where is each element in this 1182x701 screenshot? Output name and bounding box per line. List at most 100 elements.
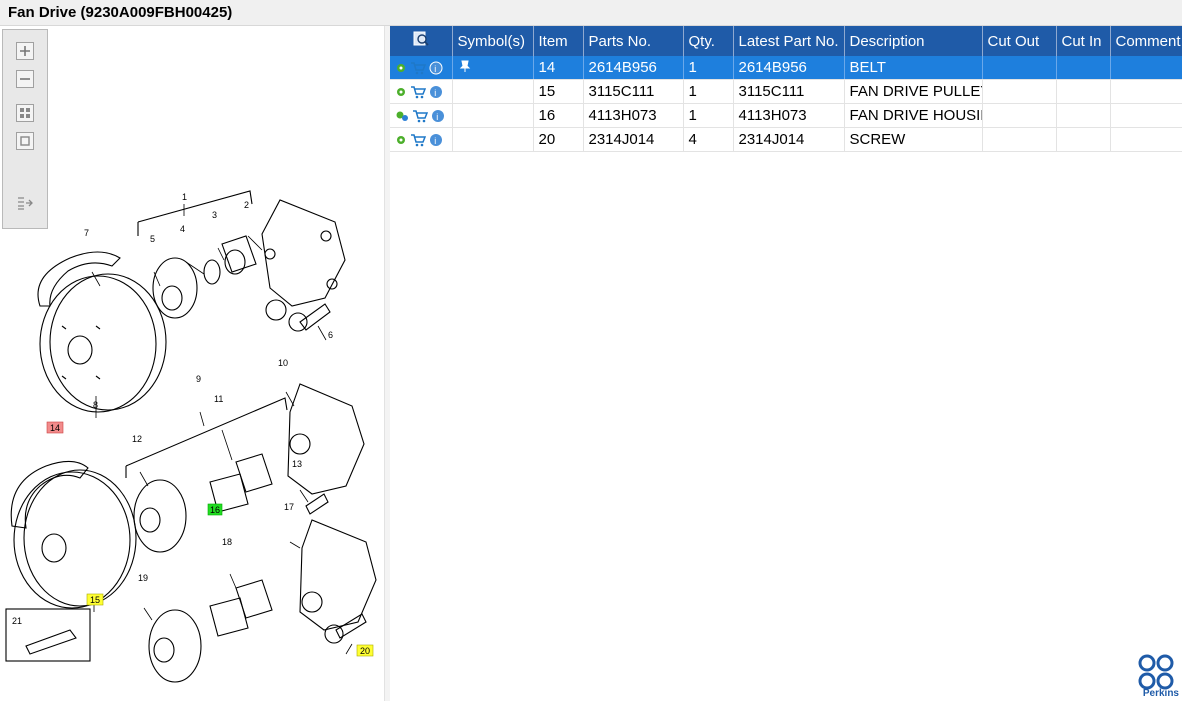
info-icon[interactable]: i [429,133,443,147]
fit-all-icon [20,108,30,118]
cart-icon[interactable] [410,133,426,147]
callout-16[interactable]: 16 [210,505,220,515]
row-symbol [452,127,534,152]
pin-icon [459,60,470,72]
cell-latest-part-no: 3115C111 [733,79,845,104]
row-actions: i [390,56,453,80]
cell-parts-no: 2314J014 [583,127,684,152]
zoom-out-button[interactable] [16,70,34,88]
svg-text:i: i [434,88,436,98]
callout-7[interactable]: 7 [84,228,89,238]
cell-cut-in [1056,56,1111,80]
column-comment[interactable]: Comment [1110,26,1182,56]
cell-parts-no: 3115C111 [583,79,684,104]
cell-comment [1110,56,1182,80]
fit-all-button[interactable] [16,104,34,122]
row-symbol [452,103,534,128]
callout-13[interactable]: 13 [292,459,302,469]
row-actions: i [390,79,453,104]
column-description[interactable]: Description [844,26,983,56]
cart-icon[interactable] [412,109,428,123]
cell-cut-in [1056,79,1111,104]
cell-cut-in [1056,127,1111,152]
gear-icon[interactable] [395,86,407,98]
info-icon[interactable]: i [431,109,445,123]
table-row[interactable]: i 16 4113H073 1 4113H073 FAN DRIVE HOUSI… [390,103,1182,128]
cell-item: 15 [533,79,584,104]
panel-switch-icon [18,197,33,210]
gears-icon[interactable] [395,110,409,122]
cell-qty: 1 [683,79,734,104]
cell-qty: 4 [683,127,734,152]
callout-19[interactable]: 19 [138,573,148,583]
column-symbols[interactable]: Symbol(s) [452,26,534,56]
callout-11[interactable]: 11 [214,394,223,404]
svg-text:i: i [436,112,438,122]
cell-cut-out [982,79,1057,104]
cell-description: SCREW [844,127,983,152]
callout-20[interactable]: 20 [360,646,370,656]
cell-description: FAN DRIVE PULLEY [844,79,983,104]
info-icon[interactable]: i [429,85,443,99]
cell-parts-no: 4113H073 [583,103,684,128]
callout-4[interactable]: 4 [180,224,185,234]
diagram-pane[interactable]: 1 2 3 4 5 6 7 8 9 10 11 12 13 17 18 19 2… [0,26,384,701]
cell-cut-out [982,56,1057,80]
column-item[interactable]: Item [533,26,584,56]
callout-3[interactable]: 3 [212,210,217,220]
parts-list-pane: Symbol(s) Item Parts No. Qty. Latest Par… [390,26,1182,701]
callout-21[interactable]: 21 [12,616,22,626]
cell-parts-no: 2614B956 [583,56,684,80]
zoom-in-button[interactable] [16,42,34,60]
cell-description: BELT [844,56,983,80]
cart-icon[interactable] [410,85,426,99]
window-title: Fan Drive (9230A009FBH00425) [8,4,233,21]
column-latest-part-no[interactable]: Latest Part No. [733,26,845,56]
column-cut-out[interactable]: Cut Out [982,26,1057,56]
cell-latest-part-no: 4113H073 [733,103,845,128]
parts-table: Symbol(s) Item Parts No. Qty. Latest Par… [390,26,1182,152]
fit-page-button[interactable] [16,132,34,150]
column-qty[interactable]: Qty. [683,26,734,56]
cell-cut-out [982,103,1057,128]
table-row[interactable]: i 20 2314J014 4 2314J014 SCREW [390,127,1182,152]
callout-1[interactable]: 1 [182,192,187,202]
cell-cut-in [1056,103,1111,128]
callout-5[interactable]: 5 [150,234,155,244]
search-parts-icon[interactable] [413,31,429,47]
svg-text:i: i [434,64,436,74]
row-symbol [452,56,534,80]
row-actions: i [390,103,453,128]
gear-icon[interactable] [395,134,407,146]
column-actions[interactable] [390,26,453,56]
info-icon[interactable]: i [429,61,443,75]
cell-latest-part-no: 2314J014 [733,127,845,152]
callout-2[interactable]: 2 [244,200,249,210]
table-row[interactable]: i 15 3115C111 1 3115C111 FAN DRIVE PULLE… [390,79,1182,104]
callout-17[interactable]: 17 [284,502,294,512]
exploded-diagram[interactable]: 1 2 3 4 5 6 7 8 9 10 11 12 13 17 18 19 2… [0,26,384,701]
cell-description: FAN DRIVE HOUSIN [844,103,983,128]
callout-12[interactable]: 12 [132,434,142,444]
callout-10[interactable]: 10 [278,358,288,368]
zoom-in-icon [20,46,30,56]
cell-comment [1110,79,1182,104]
column-parts-no[interactable]: Parts No. [583,26,684,56]
callout-18[interactable]: 18 [222,537,232,547]
cell-item: 14 [533,56,584,80]
callout-14[interactable]: 14 [50,423,60,433]
cart-icon[interactable] [410,61,426,75]
row-actions: i [390,127,453,152]
column-cut-in[interactable]: Cut In [1056,26,1111,56]
cell-cut-out [982,127,1057,152]
callout-15[interactable]: 15 [90,595,100,605]
callout-6[interactable]: 6 [328,330,333,340]
title-bar: Fan Drive (9230A009FBH00425) [0,0,1182,26]
gear-icon[interactable] [395,62,407,74]
fit-page-icon [20,136,30,146]
callout-9[interactable]: 9 [196,374,201,384]
table-header-row: Symbol(s) Item Parts No. Qty. Latest Par… [390,26,1182,56]
callout-8[interactable]: 8 [93,400,98,410]
table-row[interactable]: i 14 2614B956 1 2614B956 BELT [390,56,1182,80]
panel-switch-button[interactable] [16,194,34,212]
